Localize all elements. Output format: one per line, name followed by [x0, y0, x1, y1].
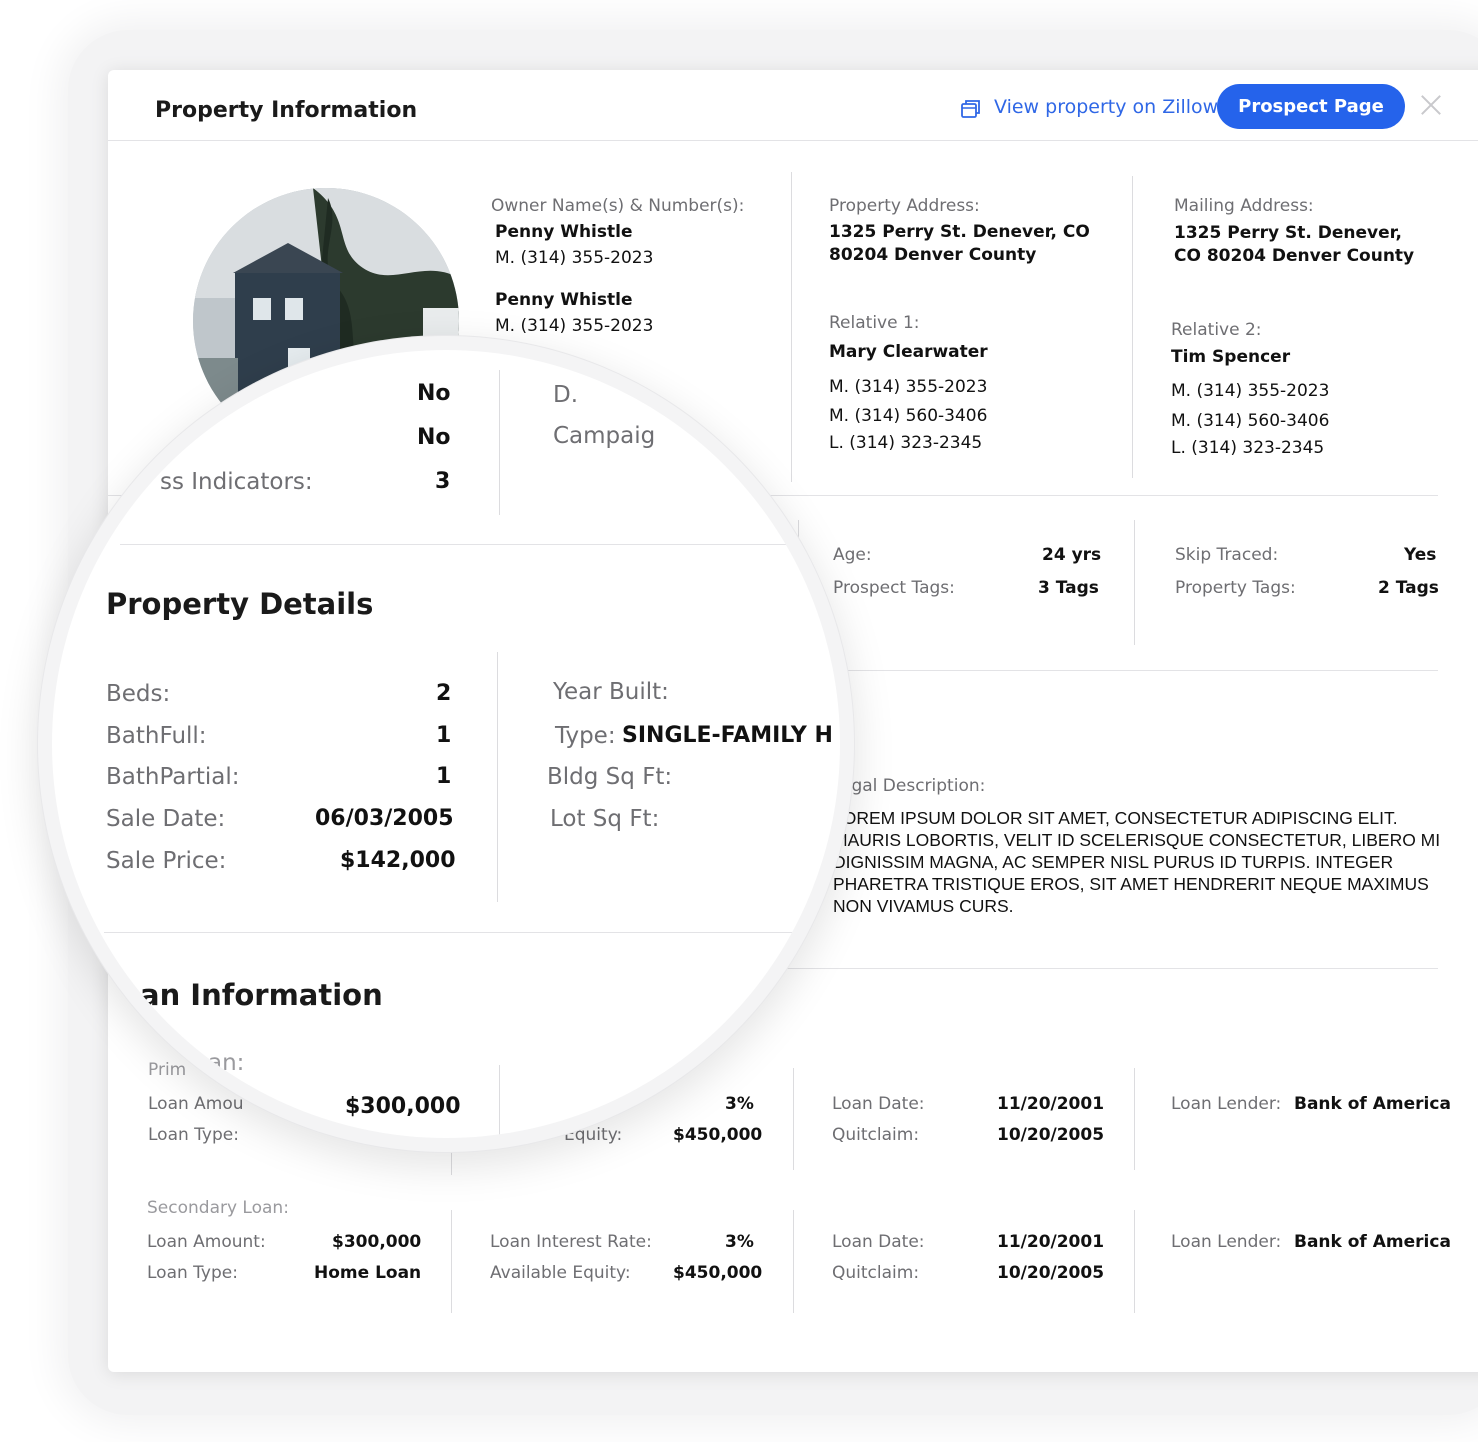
- loan-type-value: Home Loan: [314, 1263, 422, 1283]
- bathpartial-label: BathPartial:: [106, 764, 240, 790]
- relative2-phone[interactable]: L. (314) 323-2345: [1171, 438, 1324, 458]
- loan-date-label: Loan Date:: [832, 1232, 925, 1252]
- prospect-page-button[interactable]: Prospect Page: [1217, 84, 1405, 129]
- relative1-phone[interactable]: L. (314) 323-2345: [829, 433, 982, 453]
- loan-lender-value: Bank of America: [1294, 1094, 1451, 1114]
- property-address-line1: 1325 Perry St. Denever, CO: [829, 222, 1090, 242]
- magnified-value: No: [417, 381, 451, 406]
- property-tags-label: Property Tags:: [1175, 578, 1296, 598]
- type-value: SINGLE-FAMILY H: [622, 723, 833, 748]
- bathfull-value: 1: [436, 723, 452, 748]
- relative2-name: Tim Spencer: [1171, 347, 1291, 367]
- section-divider: [808, 670, 1438, 671]
- sale-price-value: $142,000: [340, 848, 456, 873]
- prospect-tags-value[interactable]: 3 Tags: [1038, 578, 1099, 598]
- loan-date-value: 11/20/2001: [997, 1094, 1105, 1114]
- external-window-icon[interactable]: [960, 98, 982, 120]
- beds-value: 2: [436, 681, 452, 706]
- column-divider: [497, 652, 498, 902]
- legal-description-label: egal Description:: [841, 776, 986, 796]
- mailing-address-label: Mailing Address:: [1174, 196, 1314, 216]
- year-built-label: Year Built:: [553, 679, 669, 705]
- sale-date-label: Sale Date:: [106, 806, 226, 832]
- quitclaim-value: 10/20/2005: [997, 1263, 1105, 1283]
- loan-date-label: Loan Date:: [832, 1094, 925, 1114]
- loan-amount-label: Loan Amount:: [147, 1232, 266, 1252]
- property-address-label: Property Address:: [829, 196, 980, 216]
- relative2-phone[interactable]: M. (314) 560-3406: [1171, 411, 1329, 431]
- section-divider: [768, 968, 1438, 969]
- skip-traced-label: Skip Traced:: [1175, 545, 1279, 565]
- age-value: 24 yrs: [1042, 545, 1102, 565]
- loan-lender-label: Loan Lender:: [1171, 1094, 1282, 1114]
- relative1-label: Relative 1:: [829, 313, 920, 333]
- column-divider: [499, 370, 500, 515]
- magnified-label: D.: [553, 382, 579, 408]
- campaign-label: Campaig: [553, 423, 656, 449]
- loan-information-title: an Information: [140, 978, 383, 1012]
- column-divider: [451, 1210, 452, 1313]
- magnifier-lens: No No ss Indicators: 3 D. Campaig Proper…: [52, 350, 840, 1138]
- loan-type-label: Loan Type:: [147, 1263, 238, 1283]
- owner-phone[interactable]: M. (314) 355-2023: [495, 316, 653, 336]
- loan-amount-value: $300,000: [332, 1232, 422, 1252]
- lot-sqft-label: Lot Sq Ft:: [550, 806, 660, 832]
- magnified-value: No: [417, 425, 451, 450]
- mailing-address-line1: 1325 Perry St. Denever,: [1174, 223, 1402, 243]
- primary-loan-label: an:: [208, 1050, 245, 1076]
- column-divider: [793, 1210, 794, 1313]
- owner-label: Owner Name(s) & Number(s):: [491, 196, 745, 216]
- owner-phone[interactable]: M. (314) 355-2023: [495, 248, 653, 268]
- column-divider: [1134, 1068, 1135, 1170]
- quitclaim-label: Quitclaim:: [832, 1125, 920, 1145]
- relative1-phone[interactable]: M. (314) 355-2023: [829, 377, 987, 397]
- property-address-line2: 80204 Denver County: [829, 245, 1037, 265]
- property-details-title: Property Details: [106, 587, 374, 621]
- bathfull-label: BathFull:: [106, 723, 207, 749]
- bathpartial-value: 1: [436, 764, 452, 789]
- loan-rate-label: Loan Interest Rate:: [490, 1232, 652, 1252]
- property-tags-value[interactable]: 2 Tags: [1378, 578, 1439, 598]
- available-equity-label: Available Equity:: [490, 1263, 631, 1283]
- owner-name: Penny Whistle: [495, 290, 633, 310]
- header-divider: [108, 140, 1478, 141]
- column-divider: [1132, 176, 1133, 478]
- prospect-tags-label: Prospect Tags:: [833, 578, 955, 598]
- beds-label: Beds:: [106, 681, 171, 707]
- relative2-phone[interactable]: M. (314) 355-2023: [1171, 381, 1329, 401]
- loan-lender-value: Bank of America: [1294, 1232, 1451, 1252]
- sale-date-value: 06/03/2005: [315, 806, 454, 831]
- close-icon[interactable]: [1420, 94, 1442, 116]
- type-label: Type:: [555, 723, 616, 749]
- legal-description-text: LOREM IPSUM DOLOR SIT AMET, CONSECTETUR …: [833, 808, 1441, 916]
- quitclaim-label: Quitclaim:: [832, 1263, 920, 1283]
- indicators-label: ss Indicators:: [160, 469, 313, 495]
- loan-lender-label: Loan Lender:: [1171, 1232, 1282, 1252]
- skip-traced-value: Yes: [1404, 545, 1437, 565]
- column-divider: [1134, 1210, 1135, 1313]
- owner-name: Penny Whistle: [495, 222, 633, 242]
- sale-price-label: Sale Price:: [106, 848, 227, 874]
- indicators-value: 3: [435, 469, 451, 494]
- loan-date-value: 11/20/2001: [997, 1232, 1105, 1252]
- secondary-loan-label: Secondary Loan:: [147, 1198, 289, 1218]
- quitclaim-value: 10/20/2005: [997, 1125, 1105, 1145]
- zillow-link[interactable]: View property on Zillow: [994, 96, 1218, 118]
- primary-loan-amount: $300,000: [345, 1094, 461, 1119]
- relative1-phone[interactable]: M. (314) 560-3406: [829, 406, 987, 426]
- section-divider: [104, 932, 824, 933]
- relative1-name: Mary Clearwater: [829, 342, 988, 362]
- bldg-sqft-label: Bldg Sq Ft:: [547, 764, 673, 790]
- loan-rate-value: 3%: [725, 1232, 754, 1252]
- available-equity-value: $450,000: [673, 1263, 763, 1283]
- modal-title: Property Information: [155, 98, 418, 123]
- section-divider: [120, 544, 820, 545]
- mailing-address-line2: CO 80204 Denver County: [1174, 246, 1415, 266]
- column-divider: [499, 1065, 500, 1138]
- column-divider: [1134, 520, 1135, 645]
- relative2-label: Relative 2:: [1171, 320, 1262, 340]
